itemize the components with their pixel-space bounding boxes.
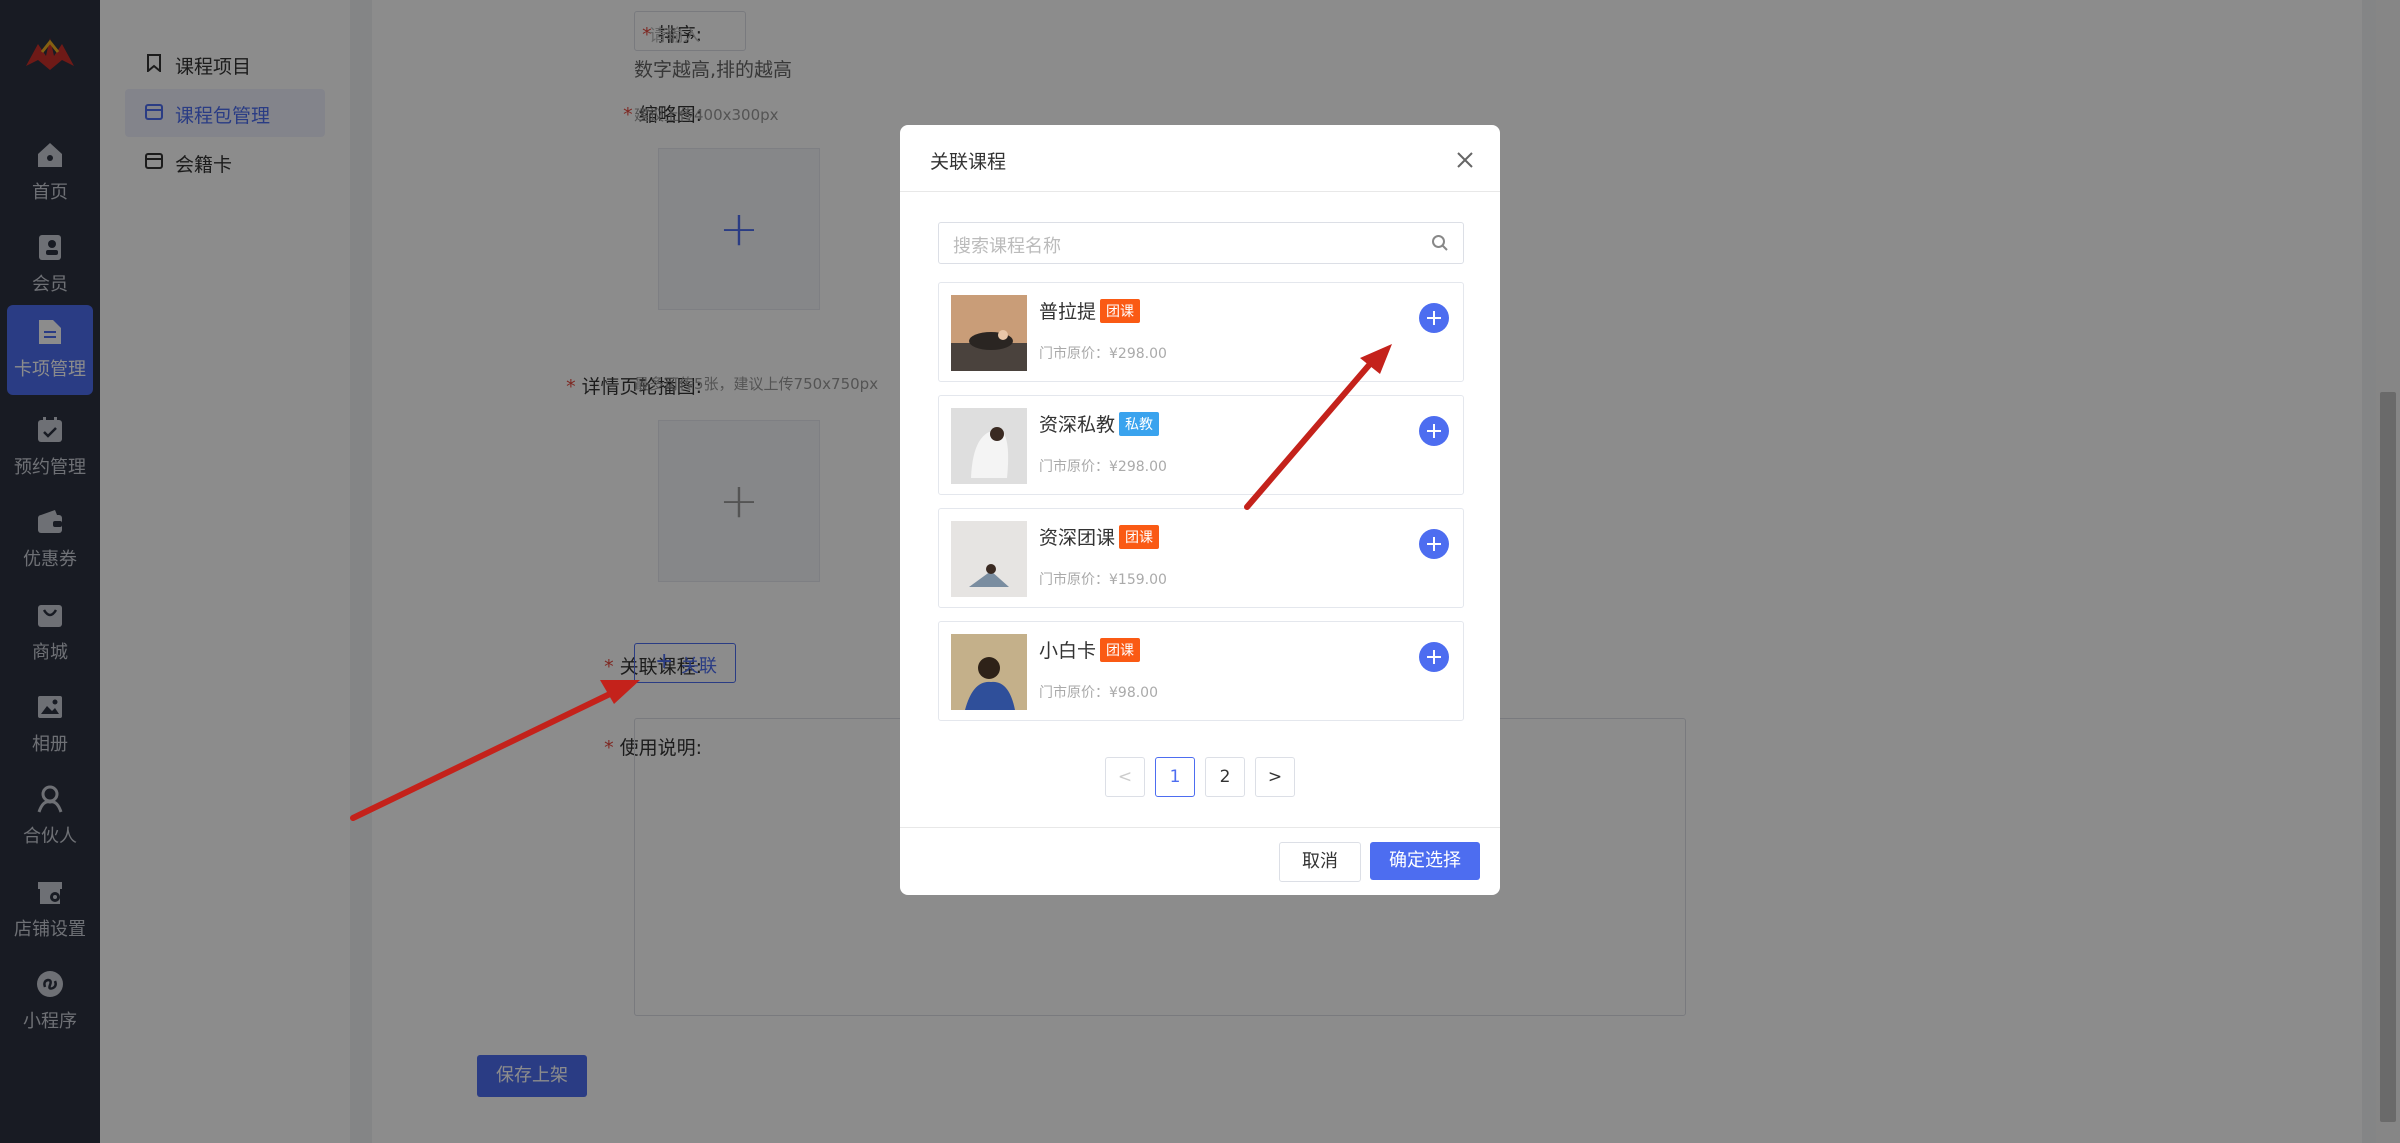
annotation-arrow-to-add-button bbox=[1244, 344, 1392, 510]
annotation-arrow-to-link-button bbox=[350, 680, 640, 821]
annotation-arrows bbox=[350, 344, 1392, 821]
